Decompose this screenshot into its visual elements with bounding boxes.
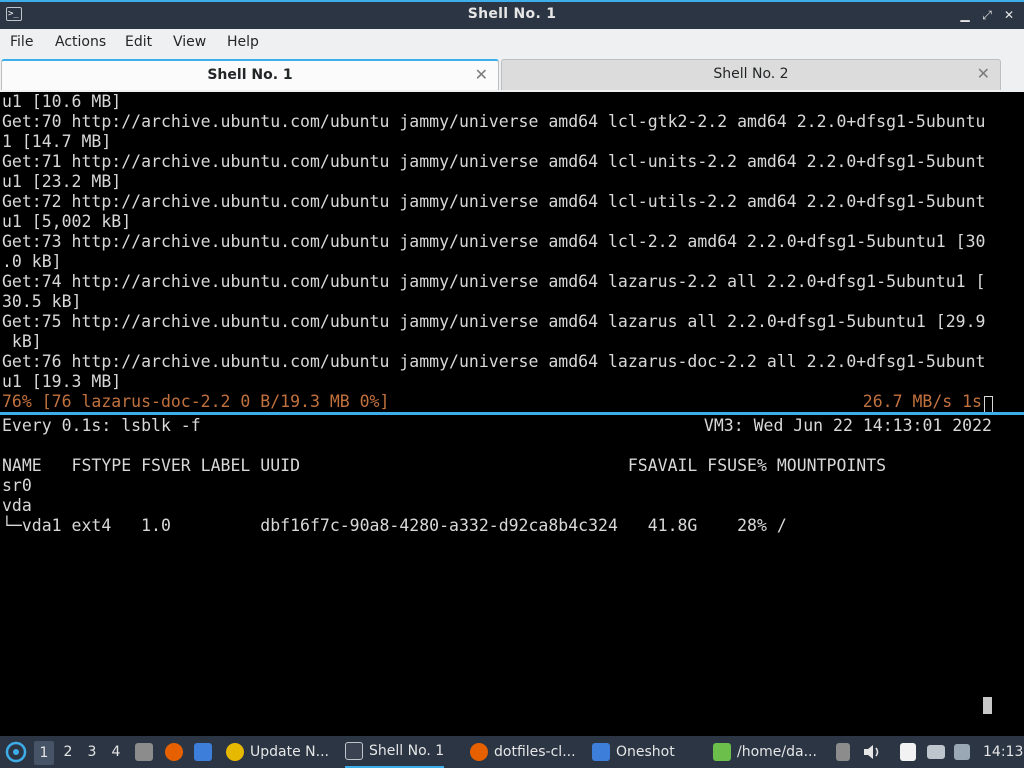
menu-view[interactable]: View <box>173 34 206 50</box>
app-launcher-icon <box>5 741 27 763</box>
watch-host-timestamp: VM3: Wed Jun 22 14:13:01 2022 <box>703 416 992 435</box>
taskbar: 1 2 3 4 Update N... Shell No. 1 dotfiles… <box>0 736 1024 768</box>
tab-bar: Shell No. 1 ✕ Shell No. 2 ✕ <box>0 57 1024 92</box>
folder-icon <box>592 743 610 761</box>
terminal-line: Get:73 http://archive.ubuntu.com/ubuntu … <box>2 232 986 251</box>
terminal-pane-top[interactable]: u1 [10.6 MB] Get:70 http://archive.ubunt… <box>0 92 1024 412</box>
menu-actions[interactable]: Actions <box>55 34 106 50</box>
tray-network[interactable] <box>954 736 970 768</box>
clipboard-icon <box>836 743 850 761</box>
tray-volume[interactable] <box>862 736 882 768</box>
tab-shell-2[interactable]: Shell No. 2 ✕ <box>501 59 1001 90</box>
lsblk-row: sr0 <box>2 476 32 495</box>
menu-help[interactable]: Help <box>227 34 259 50</box>
tab-close-icon[interactable]: ✕ <box>977 64 990 83</box>
tab-label: Shell No. 2 <box>713 66 789 82</box>
quicklaunch-files[interactable] <box>135 736 153 768</box>
file-manager-icon <box>135 743 153 761</box>
task-label: /home/da... <box>737 744 817 760</box>
notes-icon <box>900 743 916 761</box>
editor-icon <box>713 743 731 761</box>
task-update-notifier[interactable]: Update N... <box>226 736 329 768</box>
terminal-line: Get:74 http://archive.ubuntu.com/ubuntu … <box>2 272 986 291</box>
tray-display[interactable] <box>927 736 945 768</box>
terminal-line: u1 [23.2 MB] <box>2 172 122 191</box>
network-icon <box>954 744 970 760</box>
task-firefox[interactable]: dotfiles-cl... <box>470 736 576 768</box>
desktop-2-button[interactable]: 2 <box>58 736 78 768</box>
quicklaunch-desktop[interactable] <box>194 736 212 768</box>
terminal-line: Get:70 http://archive.ubuntu.com/ubuntu … <box>2 112 986 131</box>
maximize-icon[interactable]: ⤢ <box>980 6 994 24</box>
tab-shell-1[interactable]: Shell No. 1 ✕ <box>1 59 499 90</box>
apt-progress-status: 76% [76 lazarus-doc-2.2 0 B/19.3 MB 0%] <box>2 392 390 411</box>
volume-icon <box>864 745 879 759</box>
task-oneshot[interactable]: Oneshot <box>592 736 675 768</box>
desktop-1-button[interactable]: 1 <box>34 741 54 765</box>
terminal-line: Get:71 http://archive.ubuntu.com/ubuntu … <box>2 152 986 171</box>
clock[interactable]: 14:13 <box>983 736 1023 768</box>
minimize-icon[interactable]: ▁ <box>958 6 972 24</box>
tab-close-icon[interactable]: ✕ <box>475 65 488 84</box>
task-label: dotfiles-cl... <box>494 744 576 760</box>
task-label: Oneshot <box>616 744 675 760</box>
terminal-pane-bottom[interactable]: Every 0.1s: lsblk -f VM3: Wed Jun 22 14:… <box>0 415 1024 736</box>
task-home-editor[interactable]: /home/da... <box>713 736 817 768</box>
watch-command-header: Every 0.1s: lsblk -f <box>2 416 201 435</box>
quicklaunch-firefox[interactable] <box>165 736 183 768</box>
menu-edit[interactable]: Edit <box>125 34 152 50</box>
lsblk-row: └─vda1 ext4 1.0 dbf16f7c-90a8-4280-a332-… <box>2 516 787 535</box>
terminal-line: Get:76 http://archive.ubuntu.com/ubuntu … <box>2 352 986 371</box>
task-shell-1[interactable]: Shell No. 1 <box>345 736 445 768</box>
terminal-line: 1 [14.7 MB] <box>2 132 112 151</box>
terminal-line: 30.5 kB] <box>2 292 82 311</box>
lsblk-table-header: NAME FSTYPE FSVER LABEL UUID FSAVAIL FSU… <box>2 456 887 475</box>
terminal-icon <box>345 742 363 760</box>
terminal-line: Get:72 http://archive.ubuntu.com/ubuntu … <box>2 192 986 211</box>
display-icon <box>927 745 945 759</box>
desktop-4-button[interactable]: 4 <box>106 736 126 768</box>
terminal-line: Get:75 http://archive.ubuntu.com/ubuntu … <box>2 312 986 331</box>
terminal-cursor <box>983 697 992 714</box>
tray-notes[interactable] <box>900 736 916 768</box>
firefox-icon <box>165 743 183 761</box>
start-menu-button[interactable] <box>5 736 27 768</box>
task-label: Update N... <box>250 744 329 760</box>
desktop-3-button[interactable]: 3 <box>82 736 102 768</box>
window-titlebar[interactable]: >_ Shell No. 1 ▁ ⤢ ✕ <box>0 0 1024 29</box>
update-icon <box>226 743 244 761</box>
terminal-line: u1 [5,002 kB] <box>2 212 132 231</box>
terminal-line: .0 kB] <box>2 252 62 271</box>
firefox-icon <box>470 743 488 761</box>
close-icon[interactable]: ✕ <box>1002 6 1016 24</box>
show-desktop-icon <box>194 743 212 761</box>
lsblk-row: vda <box>2 496 32 515</box>
menu-bar: File Actions Edit View Help <box>0 29 1024 57</box>
terminal-cursor <box>984 396 993 413</box>
terminal-line: u1 [19.3 MB] <box>2 372 122 391</box>
window-title: Shell No. 1 <box>467 6 557 22</box>
tray-clipboard[interactable] <box>836 736 850 768</box>
terminal-line: kB] <box>2 332 42 351</box>
task-label: Shell No. 1 <box>369 743 445 759</box>
tab-label: Shell No. 1 <box>207 67 293 83</box>
apt-download-rate: 26.7 MB/s 1s <box>862 392 982 411</box>
menu-file[interactable]: File <box>10 34 33 50</box>
terminal-line: u1 [10.6 MB] <box>2 92 122 111</box>
